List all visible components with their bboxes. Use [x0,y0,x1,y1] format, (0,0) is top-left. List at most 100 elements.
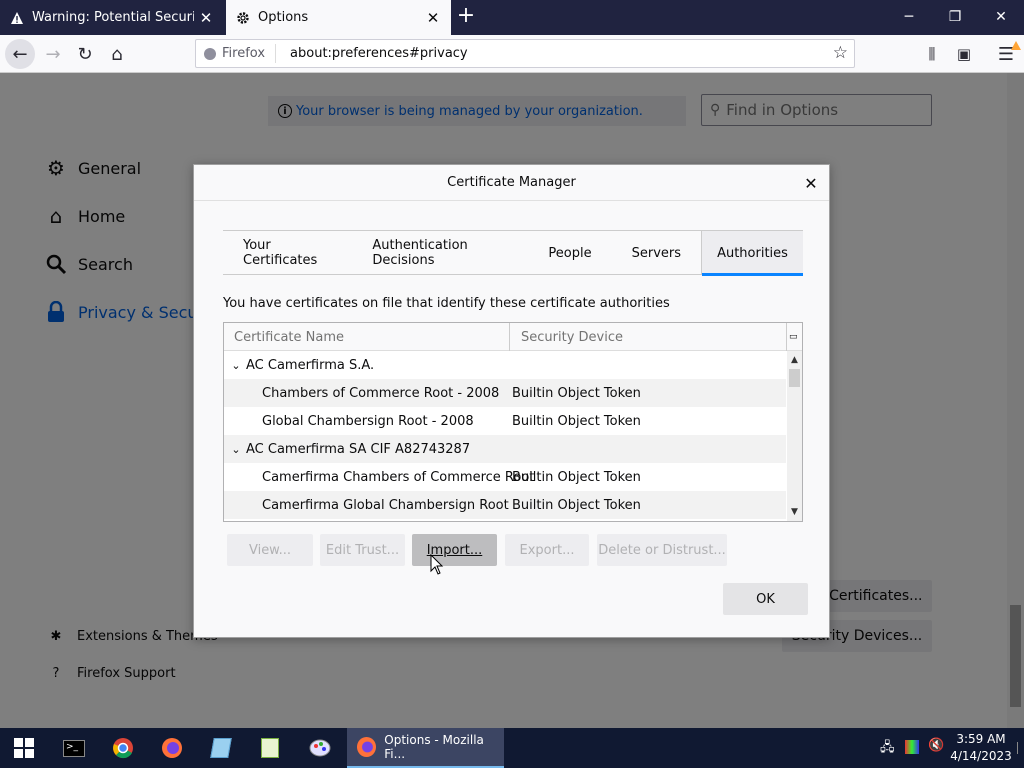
chevron-down-icon[interactable]: ⌄ [230,443,242,456]
row-name: Camerfirma Global Chambersign Root [262,497,509,513]
tree-row[interactable]: Chambers of Commerce Root - 2008 Builtin… [224,379,786,407]
chevron-down-icon[interactable]: ⌄ [230,359,242,372]
tab-title: Warning: Potential Security Risk Ahead [32,10,194,25]
row-name: Chambers of Commerce Root - 2008 [262,385,500,401]
certificate-manager-dialog: Certificate Manager ✕ Your Certificates … [193,164,830,638]
url-text[interactable]: about:preferences#privacy [276,46,468,61]
tree-row-group[interactable]: ⌄ AC Camerfirma SA CIF A82743287 [224,435,786,463]
close-dialog-icon[interactable]: ✕ [801,173,821,193]
row-device: Builtin Object Token [512,413,641,429]
tree-scrollbar[interactable]: ▲ ▼ [787,351,802,521]
back-icon[interactable]: ← [5,39,35,69]
tree-row-group[interactable]: ⌄ AC Camerfirma S.A. [224,351,786,379]
clock-date: 4/14/2023 [950,749,1012,763]
close-tab-icon[interactable]: ✕ [194,6,218,30]
column-picker-icon[interactable]: ▭ [789,323,801,351]
identity-box[interactable]: Firefox [196,44,277,63]
bookmark-star-icon[interactable]: ☆ [833,43,848,63]
tab-servers[interactable]: Servers [612,231,701,275]
tab-label: Servers [631,245,681,261]
button-label: OK [756,591,775,607]
page-scrollbar-thumb[interactable] [1010,605,1021,707]
close-tab-icon[interactable]: ✕ [421,6,445,30]
column-label: Security Device [521,329,623,345]
tab-label: Authorities [717,245,788,261]
gear-icon [236,11,250,25]
button-label: Edit Trust... [325,542,400,558]
minimize-icon[interactable]: ─ [886,0,932,33]
export-button[interactable]: Export... [505,534,589,566]
ok-button[interactable]: OK [723,583,808,615]
tab-people[interactable]: People [528,231,611,275]
row-name: Camerfirma Chambers of Commerce Root [262,469,535,485]
windows-start-icon[interactable] [0,728,48,768]
taskbar-firefox-window[interactable]: Options - Mozilla Fi... [347,728,504,768]
forward-icon[interactable]: → [38,39,68,69]
column-security-device[interactable]: Security Device [521,323,787,351]
tab-authentication-decisions[interactable]: Authentication Decisions [352,231,528,275]
close-window-icon[interactable]: ✕ [978,0,1024,33]
color-app-icon[interactable] [905,740,919,754]
tree-row[interactable]: Global Chambersign Root - 2008 Builtin O… [224,407,786,435]
firefox-icon[interactable] [148,728,196,768]
notepad-icon[interactable] [197,728,245,768]
volume-muted-icon[interactable]: 🔇 [928,738,944,753]
update-badge-icon [1011,41,1021,50]
taskbar-window-title: Options - Mozilla Fi... [384,733,484,761]
column-certificate-name[interactable]: Certificate Name [234,323,510,351]
authorities-description: You have certificates on file that ident… [223,296,670,311]
restore-icon[interactable]: ❐ [932,0,978,33]
clock-time: 3:59 AM [956,732,1006,746]
chrome-icon[interactable] [99,728,147,768]
warning-icon [10,11,24,25]
view-button[interactable]: View... [227,534,313,566]
tab-label: Authentication Decisions [372,238,468,268]
network-icon[interactable]: 🖧 [880,738,895,760]
url-bar[interactable]: Firefox about:preferences#privacy ☆ [195,39,855,68]
row-device: Builtin Object Token [512,497,641,513]
tab-title: Options [258,10,309,25]
system-clock[interactable]: 3:59 AM 4/14/2023 [946,731,1016,765]
sidebar-icon[interactable]: ▣ [949,39,979,69]
home-icon[interactable]: ⌂ [102,39,132,69]
library-icon[interactable]: ⫼ [917,39,947,69]
row-device: Builtin Object Token [512,469,641,485]
notifications-icon[interactable] [1017,742,1018,754]
identity-label: Firefox [222,46,266,61]
button-label: Delete or Distrust... [598,542,726,558]
tab-label: Your Certificates [243,238,318,268]
tab-authorities[interactable]: Authorities [701,231,803,276]
import-button[interactable]: Import... [412,534,497,566]
certificate-tree[interactable]: Certificate Name Security Device ▭ ⌄ AC … [223,322,803,522]
edit-trust-button[interactable]: Edit Trust... [320,534,405,566]
tree-header: Certificate Name Security Device ▭ [224,323,802,351]
firefox-icon [357,737,377,757]
tree-scrollbar-thumb[interactable] [789,369,800,387]
tree-row[interactable]: Camerfirma Chambers of Commerce Root Bui… [224,463,786,491]
scroll-up-icon[interactable]: ▲ [787,353,802,367]
dialog-title: Certificate Manager [194,165,829,201]
row-name: Global Chambersign Root - 2008 [262,413,474,429]
row-name: AC Camerfirma S.A. [246,357,375,373]
paint-icon[interactable] [296,728,344,768]
certificate-tabs: Your Certificates Authentication Decisio… [223,230,803,276]
tab-security-warning[interactable]: Warning: Potential Security Risk Ahead ✕ [0,0,224,35]
spreadsheet-icon[interactable] [246,728,294,768]
tab-options[interactable]: Options ✕ [226,0,451,35]
tab-your-certificates[interactable]: Your Certificates [223,231,352,275]
button-label: Export... [519,542,575,558]
row-name: AC Camerfirma SA CIF A82743287 [246,441,471,457]
tree-row[interactable]: Camerfirma Global Chambersign Root Built… [224,491,786,519]
row-device: Builtin Object Token [512,385,641,401]
reload-icon[interactable]: ↻ [70,39,100,69]
navigation-toolbar: ← → ↻ ⌂ Firefox about:preferences#privac… [0,35,1024,73]
taskbar: >_ Options - Mozilla Fi... 🖧 🔇 3:59 AM 4… [0,728,1024,768]
firefox-logo-icon [204,47,216,60]
button-label: View... [248,542,292,558]
new-tab-icon[interactable]: + [452,4,480,30]
scroll-down-icon[interactable]: ▼ [787,505,802,519]
mouse-pointer-icon [430,554,444,575]
column-label: Certificate Name [234,329,345,345]
terminal-icon[interactable]: >_ [50,728,98,768]
delete-or-distrust-button[interactable]: Delete or Distrust... [597,534,727,566]
